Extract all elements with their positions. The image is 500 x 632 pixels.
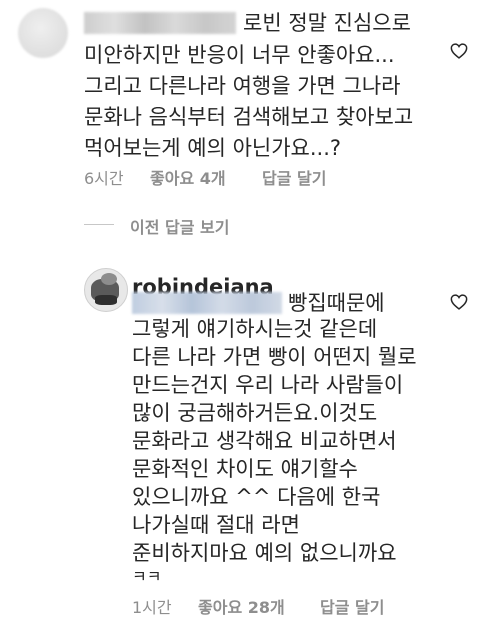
reply-text-line: 다른 나라 가면 빵이 어떤지 뭘로	[132, 345, 417, 369]
mentioned-username-redacted[interactable]	[132, 292, 282, 314]
reply-text-line: 만드는건지 우리 나라 사람들이	[132, 373, 404, 397]
comment-text-line: 그리고 다른나라 여행을 가면 그나라	[84, 74, 401, 98]
heart-outline-icon[interactable]	[450, 43, 468, 59]
replies-divider	[84, 224, 114, 225]
reply-text-line: 문화라고 생각해요 비교하면서	[132, 429, 397, 453]
reply-text-line: 나가실때 절대 라면	[132, 513, 300, 537]
reply-text-line: 그렇게 얘기하시는것 같은데	[132, 317, 378, 341]
commenter-username-redacted[interactable]	[84, 12, 236, 34]
reply-text-line: 있으니까요 ^^ 다음에 한국	[132, 485, 381, 509]
heart-outline-icon[interactable]	[450, 294, 468, 310]
comment-text-line: 로빈 정말 진심으로	[243, 11, 411, 35]
reply-text-line: ㅋㅋ	[132, 567, 162, 586]
view-previous-replies-button[interactable]: 이전 답글 보기	[130, 214, 229, 238]
reply-avatar[interactable]	[84, 268, 128, 312]
reply-text-line: 빵집때문에	[288, 291, 385, 315]
reply-reply-button[interactable]: 답글 달기	[320, 594, 384, 618]
reply-text-line: 많이 궁금해하거든요.이것도	[132, 401, 378, 425]
comment-text-line: 먹어보는게 예의 아닌가요...?	[84, 136, 342, 160]
comment-timestamp: 6시간	[84, 169, 124, 188]
reply-text-line: 준비하지마요 예의 없으니까요	[132, 541, 397, 565]
reply-text-line: 문화적인 차이도 얘기할수	[132, 457, 358, 481]
reply-likes[interactable]: 좋아요 28개	[198, 594, 285, 618]
reply-timestamp: 1시간	[132, 598, 172, 617]
comment-text-line: 문화나 음식부터 검색해보고 찾아보고	[84, 105, 414, 129]
comment-likes[interactable]: 좋아요 4개	[150, 165, 226, 189]
comment-reply-button[interactable]: 답글 달기	[262, 165, 326, 189]
commenter-avatar[interactable]	[18, 8, 68, 58]
comment-text-line: 미안하지만 반응이 너무 안좋아요...	[84, 43, 395, 67]
